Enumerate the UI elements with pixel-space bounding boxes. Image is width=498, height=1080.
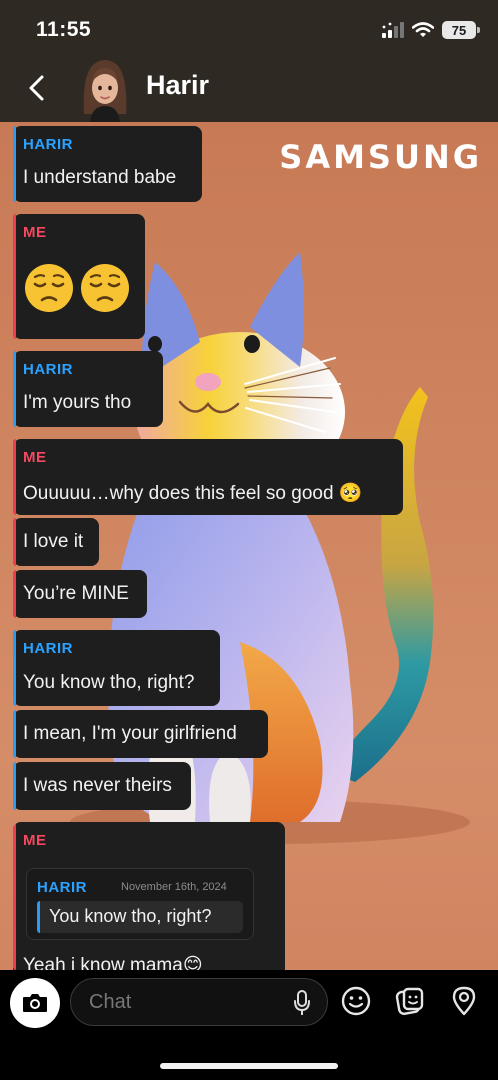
back-chevron-icon [29, 75, 44, 101]
message-group-harir-1[interactable]: HARIR I understand babe [13, 126, 202, 202]
sticker-icon[interactable] [395, 986, 425, 1016]
message-group-harir-2[interactable]: HARIR I'm yours tho [13, 351, 163, 427]
chat-header: Harir [0, 56, 498, 122]
message-bubble[interactable]: I love it [13, 518, 99, 566]
status-time: 11:55 [36, 18, 92, 41]
status-bar: 11:55 75 [0, 0, 498, 56]
sender-label: HARIR [23, 361, 73, 378]
sender-label: ME [23, 224, 47, 241]
signal-icon [382, 22, 404, 38]
message-text: You know tho, right? [23, 672, 195, 693]
pensive-face-emoji-icon [81, 264, 129, 312]
sender-label: HARIR [23, 136, 73, 153]
brand-watermark: SAMSUNG [279, 138, 482, 176]
chat-input[interactable]: Chat [70, 978, 328, 1026]
sender-label: ME [23, 832, 47, 849]
quote-text: You know tho, right? [49, 906, 212, 926]
quote-body: You know tho, right? [37, 901, 243, 933]
composer-bar: Chat [0, 970, 498, 1080]
message-group-me-3[interactable]: ME HARIR November 16th, 2024 You know th… [13, 822, 285, 970]
message-text: I'm yours tho [23, 392, 132, 413]
sender-label: ME [23, 449, 47, 466]
status-icons: 75 [382, 19, 480, 41]
message-text: I was never theirs [23, 775, 172, 796]
home-indicator [160, 1063, 338, 1069]
message-text: I love it [23, 531, 84, 552]
message-text: Ouuuuu…why does this feel so good 🥺 [23, 483, 363, 504]
message-group-harir-3[interactable]: HARIR You know tho, right? [13, 630, 220, 706]
message-text: I mean, I'm your girlfriend [23, 723, 237, 744]
quote-date: November 16th, 2024 [121, 881, 227, 893]
emoji-row [23, 262, 131, 314]
camera-icon [23, 994, 47, 1012]
back-button[interactable] [18, 70, 54, 106]
message-bubble[interactable]: I mean, I'm your girlfriend [13, 710, 268, 758]
emoji-icon[interactable] [341, 986, 371, 1016]
message-text: Yeah i know mama😊 [23, 955, 203, 970]
camera-button[interactable] [10, 978, 60, 1028]
pensive-face-emoji-icon [25, 264, 73, 312]
message-bubble[interactable]: You’re MINE [13, 570, 147, 618]
message-text: I understand babe [23, 167, 177, 188]
message-group-me-1[interactable]: ME [13, 214, 145, 339]
wifi-icon [412, 22, 434, 37]
microphone-icon[interactable] [293, 990, 311, 1016]
sender-label: HARIR [23, 640, 73, 657]
chat-placeholder: Chat [89, 991, 132, 1013]
chat-title[interactable]: Harir [146, 70, 209, 101]
avatar[interactable] [76, 54, 134, 122]
battery-indicator: 75 [442, 21, 480, 39]
message-text: You’re MINE [23, 583, 129, 604]
quoted-message[interactable]: HARIR November 16th, 2024 You know tho, … [26, 868, 254, 940]
quote-sender: HARIR [37, 879, 87, 896]
location-pin-icon[interactable] [450, 986, 478, 1016]
message-bubble[interactable]: I was never theirs [13, 762, 191, 810]
message-group-me-2[interactable]: ME Ouuuuu…why does this feel so good 🥺 [13, 439, 403, 515]
